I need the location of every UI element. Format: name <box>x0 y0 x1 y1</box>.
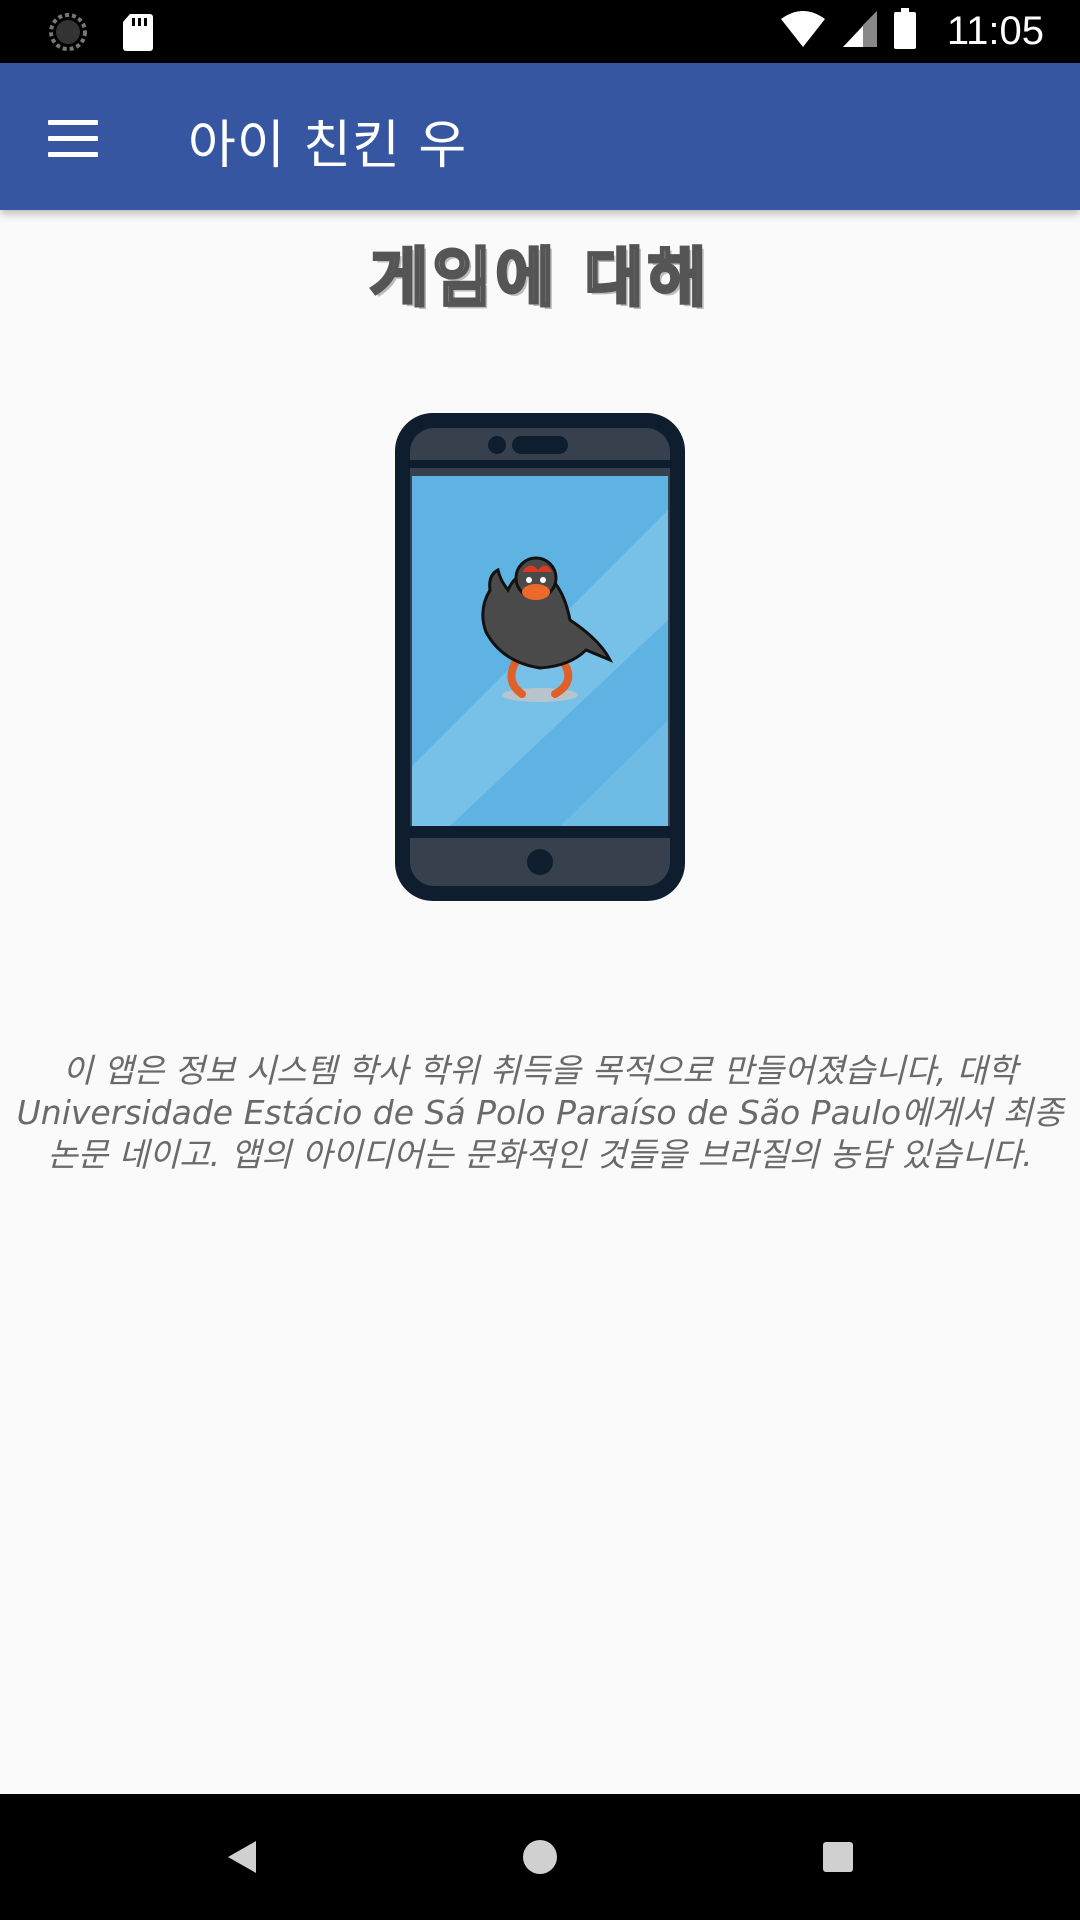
status-time: 11:05 <box>946 8 1044 53</box>
header-logo: 게임에 대해 <box>340 228 740 318</box>
app-screen: 11:05 아이 친킨 우 게임에 대해 이 앱은 정보 시스템 학사 학위 취… <box>0 0 1080 1920</box>
hamburger-menu-icon[interactable] <box>30 105 116 171</box>
sync-icon <box>48 12 88 56</box>
signal-icon <box>841 9 879 53</box>
status-bar: 11:05 <box>0 0 1080 63</box>
app-bar: 아이 친킨 우 <box>0 63 1080 210</box>
recents-square-icon[interactable] <box>808 1827 868 1887</box>
wifi-icon <box>779 9 827 53</box>
system-nav-bar <box>0 1794 1080 1920</box>
back-triangle-icon[interactable] <box>212 1827 272 1887</box>
sd-card-icon <box>122 12 154 56</box>
home-circle-icon[interactable] <box>510 1827 570 1887</box>
battery-icon <box>893 8 917 54</box>
phone-illustration <box>390 410 690 905</box>
app-title: 아이 친킨 우 <box>188 116 468 176</box>
description-text: 이 앱은 정보 시스템 학사 학위 취득을 목적으로 만들어졌습니다, 대학 U… <box>16 1051 1064 1174</box>
header-logo-text: 게임에 대해 <box>368 241 711 318</box>
